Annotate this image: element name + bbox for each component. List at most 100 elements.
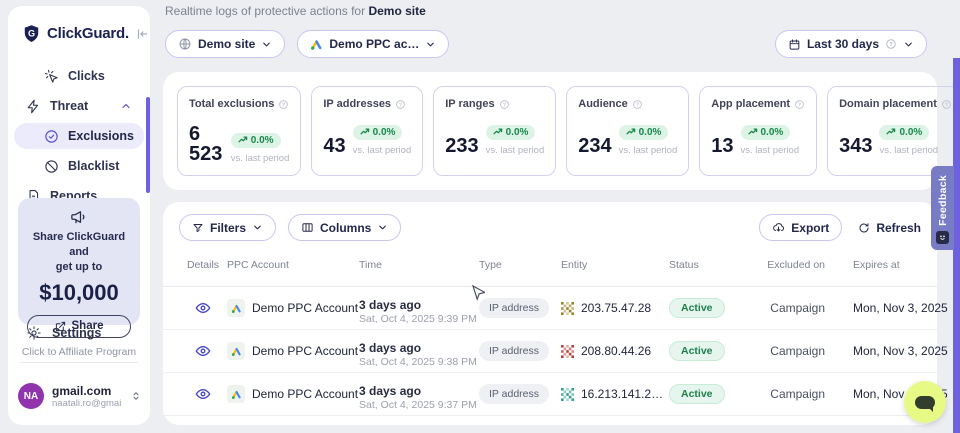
trend-up-icon xyxy=(493,127,503,137)
affiliate-link[interactable]: Click to Affiliate Program xyxy=(18,346,140,358)
sidebar-item-exclusions[interactable]: Exclusions xyxy=(14,123,144,149)
svg-text:?: ? xyxy=(889,42,893,48)
sidebar-item-blacklist[interactable]: Blacklist xyxy=(14,153,144,179)
chat-launcher-button[interactable] xyxy=(904,381,946,423)
google-ads-icon xyxy=(227,385,245,403)
entity-pixel-icon xyxy=(561,345,574,358)
speech-bubble-icon xyxy=(915,396,935,409)
time-cell: 3 days agoSat, Oct 4, 2025 9:39 PM xyxy=(359,292,479,325)
smiley-icon xyxy=(936,231,949,244)
entity-pixel-icon xyxy=(561,388,574,401)
expires-at-value: Mon, Nov 3, 2025 xyxy=(825,344,921,358)
filters-button[interactable]: Filters xyxy=(179,214,276,241)
expires-at-value: Mon, Nov 3, 2025 xyxy=(825,301,921,315)
status-badge: Active xyxy=(669,341,725,361)
entity-value: 203.75.47.28 xyxy=(581,301,651,315)
details-eye-icon[interactable] xyxy=(193,298,213,318)
gear-icon xyxy=(26,325,42,341)
time-cell: 3 days agoSat, Oct 4, 2025 9:37 PM xyxy=(359,378,479,411)
site-selector[interactable]: Demo site xyxy=(165,30,285,58)
date-range-value: Last 30 days xyxy=(807,37,879,51)
page-scrollbar[interactable] xyxy=(953,58,960,433)
google-ads-icon xyxy=(227,299,245,317)
svg-text:?: ? xyxy=(636,102,639,108)
refresh-button[interactable]: Refresh xyxy=(858,221,921,235)
chevron-down-icon xyxy=(261,39,272,50)
sidebar: G ClickGuard. Clicks Threat Exclusions B… xyxy=(8,6,150,425)
col-header-time[interactable]: Time xyxy=(359,259,479,272)
trend-up-icon xyxy=(748,127,758,137)
stat-card-domain-placement: Domain placement? 343 0.0% vs. last peri… xyxy=(827,86,960,176)
funnel-icon xyxy=(192,222,204,234)
chevron-down-icon xyxy=(377,222,388,233)
page-subtitle: Realtime logs of protective actions for … xyxy=(165,4,426,18)
col-header-expires-at[interactable]: Expires at xyxy=(825,259,921,272)
ppc-account-selector[interactable]: Demo PPC ac… xyxy=(297,30,449,58)
type-badge: IP address xyxy=(479,298,549,318)
sidebar-scrollbar[interactable] xyxy=(146,97,150,193)
account-switcher[interactable]: NA gmail.com naatali.ro@gmail.com xyxy=(18,383,142,409)
table-row: Demo PPC Account 3 days agoSat, Oct 4, 2… xyxy=(163,330,937,373)
megaphone-icon xyxy=(18,208,140,226)
sidebar-item-clicks[interactable]: Clicks xyxy=(14,63,144,89)
check-circle-icon xyxy=(44,129,59,144)
time-cell: 3 days agoSat, Oct 4, 2025 9:38 PM xyxy=(359,335,479,368)
user-email: naatali.ro@gmail.com xyxy=(52,398,122,409)
svg-text:?: ? xyxy=(399,102,402,108)
google-ads-icon xyxy=(310,38,323,51)
chevron-down-icon xyxy=(903,39,914,50)
table-toolbar: Filters Columns Export Refresh xyxy=(163,202,937,241)
user-name: gmail.com xyxy=(52,384,122,398)
cloud-download-icon xyxy=(772,221,785,234)
sidebar-item-label: Blacklist xyxy=(68,159,119,173)
stat-card-ip-ranges: IP ranges? 233 0.0% vs. last period xyxy=(433,86,556,176)
status-badge: Active xyxy=(669,384,725,404)
col-header-details[interactable]: Details xyxy=(179,259,227,272)
globe-icon xyxy=(178,37,192,51)
avatar: NA xyxy=(18,383,44,409)
chevron-down-icon xyxy=(425,39,436,50)
date-range-selector[interactable]: Last 30 days ? xyxy=(775,30,927,58)
entity-pixel-icon xyxy=(561,302,574,315)
export-button[interactable]: Export xyxy=(759,214,842,241)
columns-button[interactable]: Columns xyxy=(288,214,401,241)
col-header-excluded-on[interactable]: Excluded on xyxy=(761,259,825,272)
col-header-entity[interactable]: Entity xyxy=(561,259,669,272)
help-circle-icon: ? xyxy=(395,99,406,110)
details-eye-icon[interactable] xyxy=(193,341,213,361)
clickguard-shield-icon: G xyxy=(22,24,41,43)
mouse-click-icon xyxy=(44,69,59,84)
svg-text:?: ? xyxy=(798,102,801,108)
sidebar-item-label: Exclusions xyxy=(68,129,134,143)
help-circle-icon: ? xyxy=(278,99,289,110)
refresh-icon xyxy=(858,222,870,234)
sidebar-item-label: Clicks xyxy=(68,69,105,83)
help-circle-icon: ? xyxy=(885,38,897,50)
app-title: ClickGuard. xyxy=(47,25,129,42)
trend-up-icon xyxy=(238,135,248,145)
excluded-on-value: Campaign xyxy=(761,387,825,401)
collapse-sidebar-icon[interactable] xyxy=(135,27,149,41)
trend-up-icon xyxy=(886,127,896,137)
sidebar-item-settings[interactable]: Settings xyxy=(18,319,109,347)
site-selector-value: Demo site xyxy=(198,37,255,51)
type-badge: IP address xyxy=(479,341,549,361)
feedback-tab[interactable]: Feedback xyxy=(931,166,954,250)
details-eye-icon[interactable] xyxy=(193,384,213,404)
sidebar-item-threat[interactable]: Threat xyxy=(14,93,144,119)
col-header-status[interactable]: Status xyxy=(669,259,761,272)
lightning-icon xyxy=(26,99,41,114)
sidebar-item-label: Threat xyxy=(50,99,88,113)
feedback-label: Feedback xyxy=(937,175,949,226)
help-circle-icon: ? xyxy=(499,99,510,110)
columns-icon xyxy=(301,221,314,234)
chevron-up-icon xyxy=(120,100,132,112)
divider xyxy=(20,362,138,363)
affiliate-promo-card[interactable]: Share ClickGuard andget up to $10,000 Sh… xyxy=(18,198,140,325)
help-circle-icon: ? xyxy=(941,99,952,110)
col-header-type[interactable]: Type xyxy=(479,259,561,272)
table-row: Demo PPC Account 3 days agoSat, Oct 4, 2… xyxy=(163,287,937,330)
help-circle-icon: ? xyxy=(794,99,805,110)
col-header-ppc-account[interactable]: PPC Account xyxy=(227,259,359,272)
svg-text:G: G xyxy=(28,28,35,38)
